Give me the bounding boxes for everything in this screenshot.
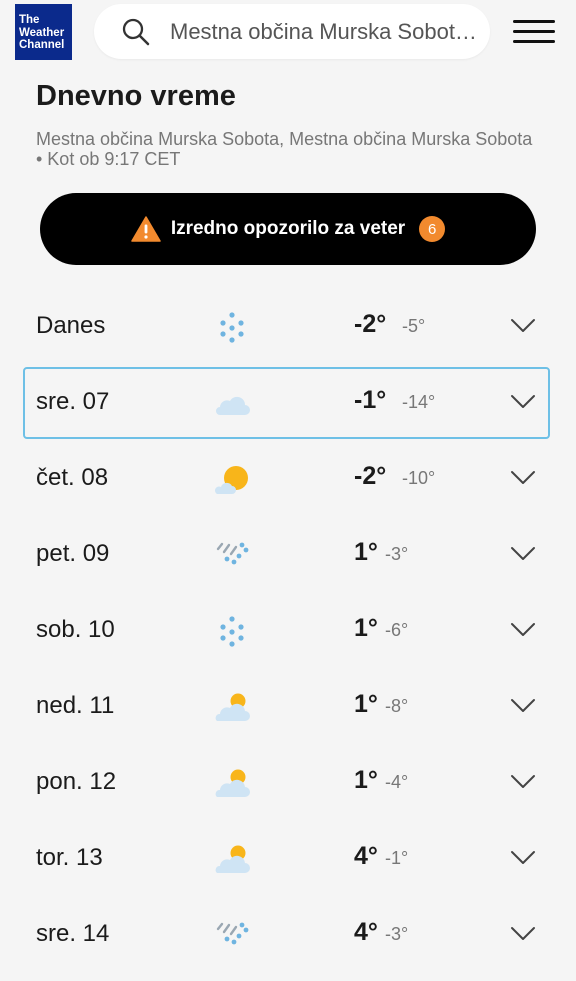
daily-forecast-list: Danes -2° -5° sre. 07 -1° -14° čet. 08 -2° -10° p… — [0, 290, 576, 974]
forecast-row[interactable]: čet. 08 -2° -10° — [0, 442, 576, 518]
forecast-day: čet. 08 — [36, 464, 109, 491]
high-temperature: 1° — [354, 766, 378, 794]
partly-cloudy-icon — [212, 764, 252, 804]
high-temperature: 1° — [354, 690, 378, 718]
high-temperature: -2° — [354, 310, 387, 338]
forecast-row[interactable]: pet. 09 1° -3° — [0, 518, 576, 594]
location-subtitle: Mestna občina Murska Sobota, Mestna obči… — [36, 129, 533, 169]
chevron-down-icon[interactable] — [510, 926, 536, 947]
snow-icon — [212, 612, 252, 652]
low-temperature: -3° — [385, 544, 409, 564]
chevron-down-icon[interactable] — [510, 622, 536, 643]
high-temperature: 4° — [354, 918, 378, 946]
hamburger-menu-icon[interactable] — [513, 20, 555, 44]
low-temperature: -5° — [402, 316, 426, 336]
mostly-sunny-icon — [212, 460, 252, 500]
chevron-down-icon[interactable] — [510, 850, 536, 871]
partly-cloudy-icon — [212, 688, 252, 728]
chevron-down-icon[interactable] — [510, 546, 536, 567]
partly-cloudy-icon — [212, 840, 252, 880]
chevron-down-icon[interactable] — [510, 698, 536, 719]
forecast-day: ned. 11 — [36, 692, 115, 719]
forecast-day: sob. 10 — [36, 616, 115, 643]
wintry-mix-icon — [212, 916, 252, 956]
logo-line-2: Weather — [19, 26, 65, 39]
low-temperature: -1° — [385, 848, 409, 868]
logo-line-3: Channel — [19, 39, 65, 51]
cloud-icon — [212, 384, 252, 424]
forecast-row[interactable]: ned. 11 1° -8° — [0, 670, 576, 746]
high-temperature: -2° — [354, 462, 387, 490]
high-temperature: 1° — [354, 614, 378, 642]
chevron-down-icon[interactable] — [510, 318, 536, 339]
chevron-down-icon[interactable] — [510, 470, 536, 491]
search-icon — [122, 18, 150, 46]
forecast-row[interactable]: tor. 13 4° -1° — [0, 822, 576, 898]
search-query-text: Mestna občina Murska Sobot… — [170, 19, 477, 44]
forecast-day: pet. 09 — [36, 540, 110, 567]
forecast-row[interactable]: Danes -2° -5° — [0, 290, 576, 366]
forecast-day: sre. 07 — [36, 388, 110, 415]
low-temperature: -8° — [385, 696, 409, 716]
low-temperature: -10° — [402, 468, 436, 488]
weather-channel-logo[interactable]: The Weather Channel — [15, 4, 72, 60]
snow-icon — [212, 308, 252, 348]
extreme-wind-alert-button[interactable]: Izredno opozorilo za veter 6 — [40, 193, 536, 265]
forecast-day: Danes — [36, 312, 106, 339]
forecast-row[interactable]: sob. 10 1° -6° — [0, 594, 576, 670]
forecast-row[interactable]: sre. 14 4° -3° — [0, 898, 576, 974]
alert-label: Izredno opozorilo za veter — [170, 218, 406, 239]
low-temperature: -3° — [385, 924, 409, 944]
page-title: Dnevno vreme — [36, 80, 236, 112]
forecast-day: pon. 12 — [36, 768, 117, 795]
forecast-row[interactable]: pon. 12 1° -4° — [0, 746, 576, 822]
high-temperature: 4° — [354, 842, 378, 870]
forecast-row[interactable]: sre. 07 -1° -14° — [0, 366, 576, 442]
high-temperature: -1° — [354, 386, 387, 414]
search-input[interactable]: Mestna občina Murska Sobot… — [94, 4, 490, 59]
logo-line-1: The — [19, 14, 40, 26]
wintry-mix-icon — [212, 536, 252, 576]
forecast-day: tor. 13 — [36, 844, 103, 871]
forecast-day: sre. 14 — [36, 920, 110, 947]
low-temperature: -6° — [385, 620, 409, 640]
low-temperature: -14° — [402, 392, 436, 412]
low-temperature: -4° — [385, 772, 409, 792]
warning-icon — [131, 216, 161, 242]
header: The Weather Channel Mestna občina Murska… — [0, 0, 576, 64]
high-temperature: 1° — [354, 538, 378, 566]
chevron-down-icon[interactable] — [510, 774, 536, 795]
alert-count-badge: 6 — [419, 216, 446, 242]
chevron-down-icon[interactable] — [510, 394, 536, 415]
